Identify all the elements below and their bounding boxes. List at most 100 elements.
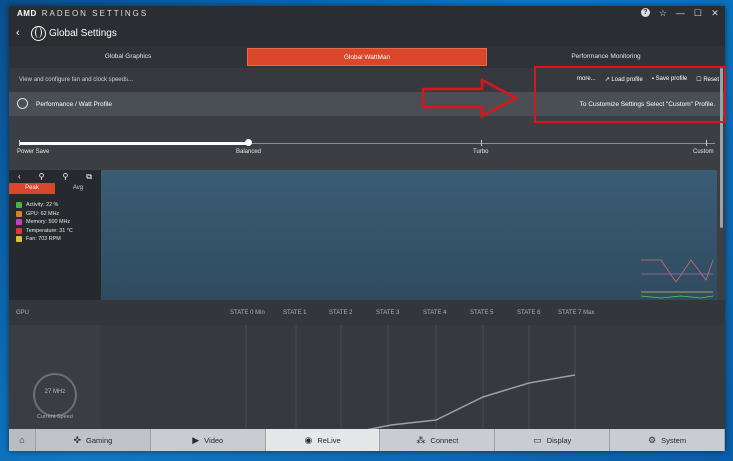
back-button[interactable]: ‹ <box>16 27 20 39</box>
amd-logo: AMD <box>17 9 37 18</box>
product-name: RADEON SETTINGS <box>41 9 149 18</box>
description: View and configure fan and clock speeds.… <box>19 77 133 83</box>
slider-knob[interactable] <box>245 139 252 146</box>
brand: AMD RADEON SETTINGS <box>17 9 148 18</box>
help-icon[interactable]: ? <box>640 8 650 17</box>
nav-display[interactable]: ▭ Display <box>495 429 611 451</box>
bottom-nav: ⌂ ✜ Gaming ▶ Video ◉ ReLive ⁂ Connect ▭ Displ… <box>9 429 725 451</box>
slider-label-balanced[interactable]: Balanced <box>236 149 261 155</box>
state-6-label: STATE 6 <box>517 310 541 316</box>
annotation-box <box>534 66 726 123</box>
nav-relive-label: ReLive <box>317 435 341 445</box>
avg-button[interactable]: Avg <box>55 183 101 194</box>
monitor-graph <box>101 170 717 300</box>
dial-label: Current Speed <box>37 414 73 420</box>
legend-label: Fan: 703 RPM <box>26 236 61 242</box>
trace-green <box>640 295 714 299</box>
state-0-label: STATE 0 Min <box>230 310 265 316</box>
tab-bar: Global Graphics Global WattMan Performan… <box>9 46 725 68</box>
profile-slider[interactable]: Power Save Balanced Turbo Custom <box>9 116 725 170</box>
legend-label: Temperature: 31 °C <box>26 227 73 234</box>
legend-item[interactable]: Temperature: 31 °C <box>16 227 73 236</box>
check-icon <box>16 202 22 209</box>
state-2-label: STATE 2 <box>329 310 353 316</box>
nav-display-label: Display <box>546 435 572 445</box>
tab-global-wattman[interactable]: Global WattMan <box>247 48 487 66</box>
legend-label: Memory: 500 MHz <box>26 219 71 225</box>
window-controls: ? ☆ — ☐ ✕ <box>640 8 719 19</box>
home-icon: ⌂ <box>19 435 25 445</box>
state-3-label: STATE 3 <box>376 310 400 316</box>
back-icon[interactable]: ‹ <box>18 172 21 181</box>
legend-label: GPU: 62 MHz <box>26 210 60 217</box>
nav-system[interactable]: ⚙ System <box>610 429 725 451</box>
legend-item[interactable]: Fan: 703 RPM <box>16 235 73 244</box>
peak-avg-toggle: Peak Avg <box>9 183 101 194</box>
relive-icon: ◉ <box>304 434 313 445</box>
dial-value: 27 MHz <box>44 389 66 395</box>
state-curve <box>245 325 576 429</box>
check-icon <box>16 236 22 243</box>
zoom-out-icon[interactable]: ⚲ <box>62 172 68 181</box>
play-icon: ▶ <box>192 434 200 445</box>
nav-system-label: System <box>661 435 687 445</box>
peak-button[interactable]: Peak <box>9 183 55 194</box>
nav-row: ‹ Global Settings <box>9 22 725 46</box>
annotation-arrow-icon <box>421 78 519 119</box>
legend-item[interactable]: Activity: 22 % <box>16 201 73 210</box>
slider-tick <box>481 140 482 146</box>
legend-item[interactable]: Memory: 500 MHz <box>16 218 73 227</box>
gpu-clock-panel: 27 MHz Current Speed <box>9 325 725 429</box>
check-icon <box>16 210 22 217</box>
display-icon: ▭ <box>533 434 542 445</box>
slider-label-custom[interactable]: Custom <box>693 149 714 155</box>
gamepad-icon: ✜ <box>73 434 82 445</box>
export-icon[interactable]: ⧉ <box>86 172 92 182</box>
clock-curve <box>367 374 576 429</box>
slider-label-power-save[interactable]: Power Save <box>17 149 49 155</box>
nav-gaming[interactable]: ✜ Gaming <box>36 429 151 451</box>
legend-item[interactable]: GPU: 62 MHz <box>16 210 73 219</box>
check-icon <box>16 219 22 226</box>
system-icon: ⚙ <box>648 434 657 445</box>
state-5-label: STATE 5 <box>470 310 494 316</box>
trace-red <box>641 259 714 283</box>
monitor-panel: ‹ ⚲ ⚲ ⧉ Peak Avg Activity: 22 % GPU: 62 … <box>9 170 101 300</box>
gpu-label: GPU <box>16 310 30 316</box>
title-bar: AMD RADEON SETTINGS ? ☆ — ☐ ✕ <box>9 6 725 22</box>
profile-label: Performance / Watt Profile <box>36 101 112 108</box>
nav-gaming-label: Gaming <box>86 435 113 445</box>
nav-video-label: Video <box>204 435 224 445</box>
nav-relive[interactable]: ◉ ReLive <box>265 429 381 451</box>
page-title: Global Settings <box>49 28 117 39</box>
slider-tick <box>19 140 20 146</box>
minimize-icon[interactable]: — <box>676 8 685 19</box>
slider-fill <box>19 142 249 145</box>
tab-global-graphics[interactable]: Global Graphics <box>9 46 247 68</box>
speed-dial: 27 MHz <box>33 373 77 417</box>
slider-label-turbo[interactable]: Turbo <box>473 149 488 155</box>
graph-svg <box>640 259 714 299</box>
state-4-label: STATE 4 <box>423 310 447 316</box>
nav-connect[interactable]: ⁂ Connect <box>380 429 496 451</box>
graph-toolbar: ‹ ⚲ ⚲ ⧉ <box>9 170 101 183</box>
check-icon <box>16 227 22 234</box>
globe-icon <box>31 26 46 41</box>
tab-performance-monitoring[interactable]: Performance Monitoring <box>487 46 725 68</box>
legend-label: Activity: 22 % <box>26 202 59 208</box>
close-icon[interactable]: ✕ <box>711 8 719 19</box>
state-1-label: STATE 1 <box>283 310 307 316</box>
metrics-legend: Activity: 22 % GPU: 62 MHz Memory: 500 M… <box>16 201 73 244</box>
star-icon[interactable]: ☆ <box>659 8 667 19</box>
connect-icon: ⁂ <box>416 434 426 445</box>
maximize-icon[interactable]: ☐ <box>694 8 702 19</box>
nav-video[interactable]: ▶ Video <box>151 429 266 451</box>
gpu-state-header: GPU STATE 0 Min STATE 1 STATE 2 STATE 3 … <box>9 300 725 325</box>
nav-connect-label: Connect <box>430 435 459 445</box>
slider-tick <box>706 140 707 146</box>
gauge-icon <box>17 98 28 109</box>
state-7-label: STATE 7 Max <box>558 310 595 316</box>
zoom-in-icon[interactable]: ⚲ <box>39 172 45 181</box>
gpu-speed-panel: 27 MHz Current Speed <box>9 325 101 429</box>
home-button[interactable]: ⌂ <box>9 429 36 451</box>
